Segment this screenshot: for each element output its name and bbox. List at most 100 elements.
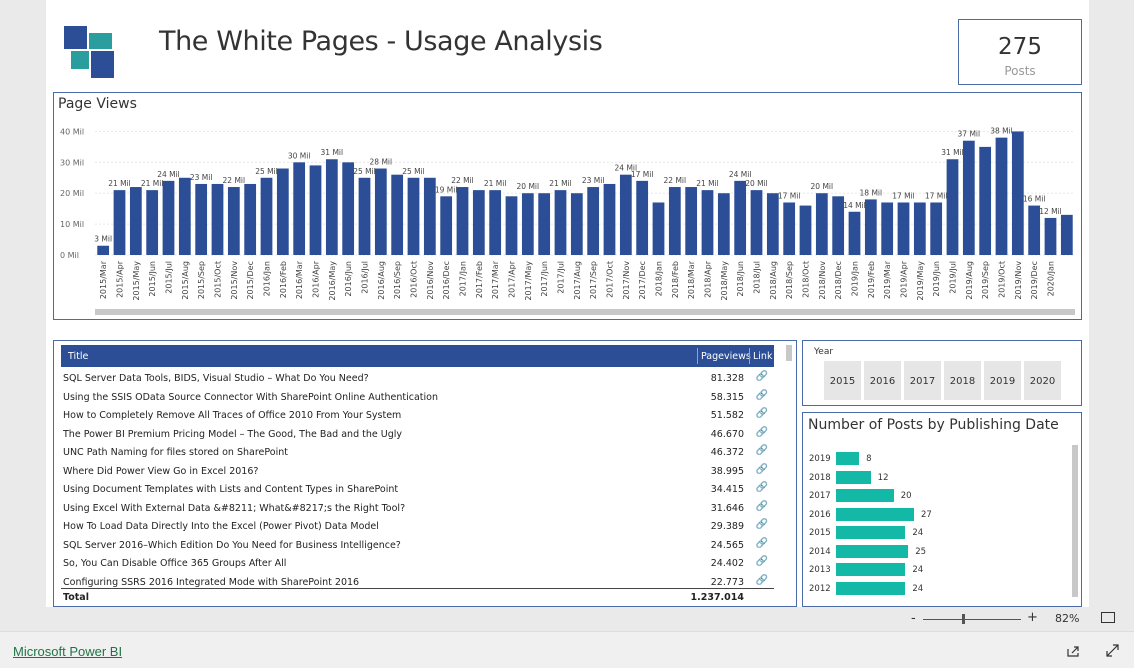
posts-bar-row[interactable]: 2019 8 bbox=[803, 450, 1063, 468]
bar[interactable] bbox=[162, 180, 175, 255]
bar[interactable] bbox=[946, 159, 959, 255]
table-row[interactable]: The Power BI Premium Pricing Model – The… bbox=[61, 426, 774, 444]
zoom-in-button[interactable]: + bbox=[1027, 610, 1038, 625]
expand-icon[interactable] bbox=[1106, 644, 1119, 657]
bar[interactable] bbox=[521, 193, 534, 255]
link-icon[interactable]: 🔗 bbox=[756, 482, 768, 493]
bar[interactable] bbox=[554, 190, 567, 255]
bar[interactable] bbox=[848, 211, 861, 255]
zoom-out-button[interactable]: - bbox=[911, 611, 916, 626]
year-button-2020[interactable]: 2020 bbox=[1024, 361, 1061, 400]
link-icon[interactable]: 🔗 bbox=[756, 408, 768, 419]
col-pageviews[interactable]: Pageviews bbox=[701, 351, 751, 362]
share-icon[interactable] bbox=[1067, 645, 1081, 657]
posts-card[interactable]: 275 Posts bbox=[958, 19, 1082, 85]
posts-chart-scrollbar[interactable] bbox=[1072, 445, 1078, 597]
bar[interactable] bbox=[995, 137, 1008, 255]
posts-by-date-visual[interactable]: Number of Posts by Publishing Date 2019 8… bbox=[802, 412, 1082, 607]
posts-bar-row[interactable]: 2017 20 bbox=[803, 487, 1063, 505]
bar[interactable] bbox=[489, 190, 502, 255]
link-icon[interactable]: 🔗 bbox=[756, 556, 768, 567]
table-row[interactable]: How To Load Data Directly Into the Excel… bbox=[61, 518, 774, 536]
bar[interactable] bbox=[587, 187, 600, 255]
bar[interactable] bbox=[783, 202, 796, 255]
year-button-2019[interactable]: 2019 bbox=[984, 361, 1021, 400]
link-icon[interactable]: 🔗 bbox=[756, 538, 768, 549]
chart-scrollbar[interactable] bbox=[95, 309, 1075, 315]
year-slicer[interactable]: Year 2015 2016 2017 2018 2019 2020 bbox=[802, 340, 1082, 406]
table-row[interactable]: Using Document Templates with Lists and … bbox=[61, 481, 774, 499]
table-scrollbar[interactable] bbox=[786, 345, 792, 361]
bar[interactable] bbox=[836, 563, 906, 576]
fit-page-icon[interactable] bbox=[1101, 612, 1115, 623]
bar[interactable] bbox=[227, 187, 240, 255]
bar[interactable] bbox=[930, 202, 943, 255]
bar[interactable] bbox=[897, 202, 910, 255]
posts-table[interactable]: Title Pageviews Link SQL Server Data Too… bbox=[53, 340, 797, 607]
bar[interactable] bbox=[342, 162, 355, 255]
zoom-slider-thumb[interactable] bbox=[962, 614, 965, 624]
table-row[interactable]: SQL Server 2016–Which Edition Do You Nee… bbox=[61, 537, 774, 555]
posts-bar-row[interactable]: 2016 27 bbox=[803, 506, 1063, 524]
bar[interactable] bbox=[636, 180, 649, 255]
link-icon[interactable]: 🔗 bbox=[756, 519, 768, 530]
bar[interactable] bbox=[836, 470, 871, 484]
bar[interactable] bbox=[358, 177, 371, 255]
table-row[interactable]: Using Excel With External Data &#8211; W… bbox=[61, 500, 774, 518]
year-button-2016[interactable]: 2016 bbox=[864, 361, 901, 400]
table-row[interactable]: So, You Can Disable Office 365 Groups Af… bbox=[61, 555, 774, 573]
bar[interactable] bbox=[815, 193, 828, 255]
bar[interactable] bbox=[603, 183, 616, 255]
link-icon[interactable]: 🔗 bbox=[756, 575, 768, 586]
year-button-2015[interactable]: 2015 bbox=[824, 361, 861, 400]
table-row[interactable]: How to Completely Remove All Traces of O… bbox=[61, 407, 774, 425]
bar[interactable] bbox=[1060, 214, 1073, 255]
posts-bar-row[interactable]: 2014 25 bbox=[803, 543, 1063, 561]
col-title[interactable]: Title bbox=[68, 351, 88, 362]
bar[interactable] bbox=[881, 202, 894, 255]
bar[interactable] bbox=[1011, 131, 1024, 255]
bar[interactable] bbox=[440, 196, 453, 255]
bar[interactable] bbox=[325, 159, 338, 255]
table-row[interactable]: Using the SSIS OData Source Connector Wi… bbox=[61, 389, 774, 407]
bar[interactable] bbox=[766, 193, 779, 255]
bar[interactable] bbox=[146, 190, 159, 255]
bar[interactable] bbox=[913, 202, 926, 255]
bar[interactable] bbox=[836, 581, 906, 595]
bar[interactable] bbox=[799, 205, 812, 255]
bar[interactable] bbox=[668, 187, 681, 255]
bar[interactable] bbox=[836, 489, 894, 502]
bar[interactable] bbox=[195, 183, 208, 255]
bar[interactable] bbox=[276, 168, 289, 255]
bar[interactable] bbox=[472, 190, 485, 255]
bar[interactable] bbox=[864, 199, 877, 255]
posts-bar-row[interactable]: 2015 24 bbox=[803, 524, 1063, 542]
col-link[interactable]: Link bbox=[753, 351, 772, 362]
year-button-2017[interactable]: 2017 bbox=[904, 361, 941, 400]
year-button-2018[interactable]: 2018 bbox=[944, 361, 981, 400]
table-row[interactable]: UNC Path Naming for files stored on Shar… bbox=[61, 444, 774, 462]
bar[interactable] bbox=[836, 526, 906, 539]
bar[interactable] bbox=[619, 174, 632, 255]
bar[interactable] bbox=[391, 174, 404, 255]
bar[interactable] bbox=[652, 202, 665, 255]
bar[interactable] bbox=[750, 190, 763, 255]
link-icon[interactable]: 🔗 bbox=[756, 427, 768, 438]
posts-bar-row[interactable]: 2012 24 bbox=[803, 580, 1063, 598]
link-icon[interactable]: 🔗 bbox=[756, 501, 768, 512]
bar[interactable] bbox=[836, 452, 860, 465]
posts-bar-row[interactable]: 2013 24 bbox=[803, 561, 1063, 579]
bar[interactable] bbox=[129, 187, 142, 255]
power-bi-link[interactable]: Microsoft Power BI bbox=[13, 644, 122, 659]
table-row[interactable]: Where Did Power View Go in Excel 2016? 38… bbox=[61, 463, 774, 481]
bar[interactable] bbox=[734, 180, 747, 255]
bar[interactable] bbox=[244, 183, 257, 255]
bar[interactable] bbox=[962, 140, 975, 255]
bar[interactable] bbox=[836, 507, 914, 521]
table-row[interactable]: SQL Server Data Tools, BIDS, Visual Stud… bbox=[61, 370, 774, 388]
link-icon[interactable]: 🔗 bbox=[756, 445, 768, 456]
bar[interactable] bbox=[836, 544, 909, 558]
link-icon[interactable]: 🔗 bbox=[756, 464, 768, 475]
bar[interactable] bbox=[979, 146, 992, 255]
bar[interactable] bbox=[97, 245, 110, 255]
